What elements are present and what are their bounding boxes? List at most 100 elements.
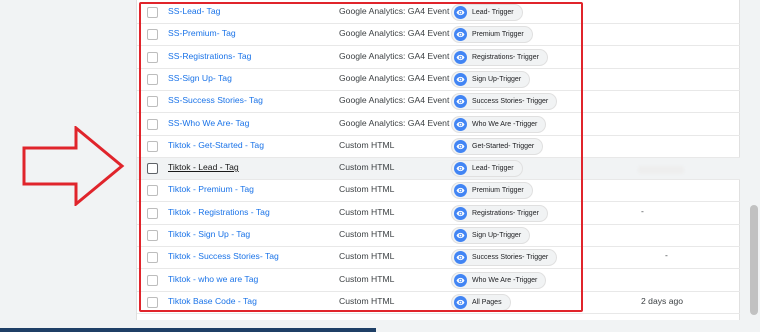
tag-name-link[interactable]: SS-Who We Are- Tag bbox=[168, 118, 249, 128]
table-row[interactable]: SS-Who We Are- Tag Google Analytics: GA4 … bbox=[137, 114, 740, 136]
redacted-text bbox=[638, 166, 684, 174]
gtm-tags-page: SS-Lead- Tag Google Analytics: GA4 Event L… bbox=[0, 0, 760, 332]
trigger-label: Registrations- Trigger bbox=[472, 209, 539, 217]
tag-name-link[interactable]: SS-Registrations- Tag bbox=[168, 51, 251, 61]
trigger-label: Success Stories- Trigger bbox=[472, 254, 549, 262]
table-row[interactable]: Tiktok - Registrations - Tag Custom HTML R… bbox=[137, 203, 740, 225]
tag-name-link[interactable]: Tiktok - Registrations - Tag bbox=[168, 207, 270, 217]
row-checkbox[interactable] bbox=[147, 140, 158, 152]
table-row[interactable]: SS-Lead- Tag Google Analytics: GA4 Event L… bbox=[137, 2, 740, 24]
tag-name-link[interactable]: Tiktok - Lead - Tag bbox=[168, 162, 239, 172]
last-edited: 2 days ago bbox=[641, 295, 684, 306]
eye-icon bbox=[454, 206, 467, 220]
trigger-label: Registrations- Trigger bbox=[472, 53, 539, 61]
eye-icon bbox=[454, 50, 467, 64]
trigger-label: Get-Started- Trigger bbox=[472, 142, 535, 150]
trigger-chip[interactable]: Premium Trigger bbox=[451, 26, 533, 44]
trigger-label: All Pages bbox=[472, 298, 502, 306]
row-checkbox[interactable] bbox=[147, 7, 158, 18]
table-row[interactable]: Tiktok - who we are Tag Custom HTML Who We… bbox=[137, 270, 740, 292]
row-checkbox[interactable] bbox=[147, 96, 158, 108]
eye-icon bbox=[454, 28, 467, 42]
trigger-chip[interactable]: Premium Trigger bbox=[451, 182, 533, 200]
eye-icon bbox=[454, 273, 467, 287]
tag-type: Google Analytics: GA4 Event bbox=[339, 72, 450, 83]
trigger-label: Who We Are -Trigger bbox=[472, 120, 538, 128]
last-edited: - bbox=[665, 250, 668, 261]
row-checkbox[interactable] bbox=[147, 29, 158, 41]
trigger-chip[interactable]: Registrations- Trigger bbox=[451, 204, 548, 222]
tag-type: Custom HTML bbox=[339, 206, 395, 217]
tag-type: Google Analytics: GA4 Event bbox=[339, 28, 450, 39]
eye-icon bbox=[454, 117, 467, 131]
table-row[interactable]: Tiktok - Success Stories- Tag Custom HTML… bbox=[137, 247, 740, 270]
tag-type: Custom HTML bbox=[339, 229, 395, 239]
trigger-label: Success Stories- Trigger bbox=[472, 98, 549, 106]
last-edited: - bbox=[641, 205, 644, 216]
arrow-annotation bbox=[22, 126, 125, 206]
table-row[interactable]: SS-Success Stories- Tag Google Analytics:… bbox=[137, 91, 740, 114]
tag-name-link[interactable]: Tiktok - Get-Started - Tag bbox=[168, 140, 264, 150]
eye-icon bbox=[454, 229, 467, 242]
tag-type: Custom HTML bbox=[339, 162, 395, 173]
trigger-label: Sign Up-Trigger bbox=[472, 75, 522, 83]
trigger-label: Sign Up-Trigger bbox=[472, 232, 522, 239]
tag-name-link[interactable]: SS-Success Stories- Tag bbox=[168, 95, 263, 105]
tag-name-link[interactable]: Tiktok Base Code - Tag bbox=[168, 296, 257, 306]
row-checkbox[interactable] bbox=[147, 207, 158, 219]
tag-type: Google Analytics: GA4 Event bbox=[339, 6, 450, 16]
row-checkbox[interactable] bbox=[147, 163, 158, 175]
trigger-chip[interactable]: Sign Up-Trigger bbox=[451, 70, 531, 88]
table-row[interactable]: Tiktok - Premium - Tag Custom HTML Premium… bbox=[137, 180, 740, 203]
tag-type: Google Analytics: GA4 Event bbox=[339, 95, 450, 106]
eye-icon bbox=[454, 251, 467, 265]
row-checkbox[interactable] bbox=[147, 51, 158, 63]
trigger-chip[interactable]: Get-Started- Trigger bbox=[451, 137, 544, 155]
row-checkbox[interactable] bbox=[147, 185, 158, 197]
trigger-chip[interactable]: Lead- Trigger bbox=[451, 160, 523, 178]
table-row[interactable]: Tiktok - Get-Started - Tag Custom HTML Get… bbox=[137, 136, 740, 158]
row-checkbox[interactable] bbox=[147, 73, 158, 85]
tag-type: Google Analytics: GA4 Event bbox=[339, 117, 450, 128]
trigger-chip[interactable]: All Pages bbox=[451, 293, 511, 311]
tag-type: Custom HTML bbox=[339, 251, 395, 262]
tag-name-link[interactable]: SS-Lead- Tag bbox=[168, 6, 220, 16]
table-row[interactable]: SS-Registrations- Tag Google Analytics: G… bbox=[137, 47, 740, 69]
trigger-chip[interactable]: Success Stories- Trigger bbox=[451, 93, 558, 111]
tag-name-link[interactable]: SS-Premium- Tag bbox=[168, 28, 236, 38]
eye-icon bbox=[454, 184, 467, 198]
tag-name-link[interactable]: Tiktok - who we are Tag bbox=[168, 274, 258, 284]
trigger-chip[interactable]: Lead- Trigger bbox=[451, 4, 523, 21]
trigger-label: Premium Trigger bbox=[472, 31, 524, 39]
trigger-label: Lead- Trigger bbox=[472, 9, 514, 16]
tag-type: Custom HTML bbox=[339, 184, 395, 195]
trigger-chip[interactable]: Registrations- Trigger bbox=[451, 48, 548, 66]
eye-icon bbox=[454, 139, 467, 153]
trigger-chip[interactable]: Sign Up-Trigger bbox=[451, 227, 531, 244]
table-row[interactable]: SS-Premium- Tag Google Analytics: GA4 Eve… bbox=[137, 24, 740, 47]
eye-icon bbox=[454, 95, 467, 109]
row-checkbox[interactable] bbox=[147, 252, 158, 264]
tag-name-link[interactable]: Tiktok - Success Stories- Tag bbox=[168, 251, 279, 261]
tag-name-link[interactable]: Tiktok - Premium - Tag bbox=[168, 184, 254, 194]
row-checkbox[interactable] bbox=[147, 274, 158, 286]
row-checkbox[interactable] bbox=[147, 230, 158, 241]
row-checkbox[interactable] bbox=[147, 118, 158, 130]
row-checkbox[interactable] bbox=[147, 296, 158, 308]
trigger-chip[interactable]: Who We Are -Trigger bbox=[451, 115, 547, 133]
trigger-label: Premium Trigger bbox=[472, 187, 524, 195]
tag-type: Custom HTML bbox=[339, 295, 395, 306]
tag-name-link[interactable]: Tiktok - Sign Up - Tag bbox=[168, 229, 250, 239]
trigger-chip[interactable]: Who We Are -Trigger bbox=[451, 271, 547, 289]
trigger-label: Lead- Trigger bbox=[472, 165, 514, 173]
tag-type: Custom HTML bbox=[339, 139, 395, 150]
tag-type: Google Analytics: GA4 Event bbox=[339, 50, 450, 61]
table-row[interactable]: SS-Sign Up- Tag Google Analytics: GA4 Eve… bbox=[137, 69, 740, 91]
bottom-bar bbox=[0, 328, 376, 332]
trigger-chip[interactable]: Success Stories- Trigger bbox=[451, 249, 558, 267]
tag-name-link[interactable]: SS-Sign Up- Tag bbox=[168, 73, 232, 83]
table-row[interactable]: Tiktok Base Code - Tag Custom HTML All Pag… bbox=[137, 292, 740, 314]
eye-icon bbox=[454, 6, 467, 19]
table-row[interactable]: Tiktok - Sign Up - Tag Custom HTML Sign Up… bbox=[137, 225, 740, 247]
scrollbar-thumb[interactable] bbox=[750, 205, 758, 315]
